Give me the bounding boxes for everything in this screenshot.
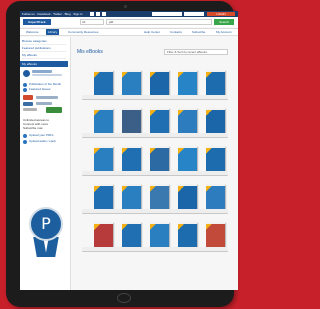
login-button[interactable]: LOGIN (207, 12, 235, 16)
sidebar: Browse categories Featured publications … (20, 37, 71, 290)
shelf (82, 133, 228, 138)
upload-icon (23, 140, 27, 144)
sidebar-heading: My eBooks (20, 61, 68, 67)
ebook-cover[interactable] (150, 222, 169, 247)
password-field[interactable] (184, 12, 204, 16)
upload-icon (23, 134, 27, 138)
nav-item-subscribe[interactable]: Subscribe (192, 29, 205, 35)
promo-line: Subscribe now (23, 126, 43, 130)
ebook-cover[interactable] (94, 108, 113, 133)
star-icon (23, 88, 27, 92)
header: ExpertTrack All pdf Search (20, 17, 238, 27)
social-icon[interactable] (102, 12, 106, 16)
ebook-cover[interactable] (150, 108, 169, 133)
text-line (36, 102, 52, 105)
ebook-cover[interactable] (206, 146, 225, 171)
p-ribbon-medal-icon: P (29, 207, 63, 241)
ebook-cover[interactable] (122, 108, 141, 133)
ebook-cover[interactable] (94, 222, 113, 247)
badge-icon (23, 70, 30, 77)
sidebar-item-ebooks[interactable]: My eBooks (22, 53, 66, 59)
ebook-cover[interactable] (122, 222, 141, 247)
ebook-cover[interactable] (178, 108, 197, 133)
shelf (82, 171, 228, 176)
ebook-cover[interactable] (206, 108, 225, 133)
ebook-cover[interactable] (206, 222, 225, 247)
search-button[interactable]: Search (214, 19, 234, 25)
text-line (32, 70, 52, 73)
text-line (36, 96, 58, 99)
nav-item-help[interactable]: Help Center (144, 29, 160, 35)
ebook-shelves: Mis eBooks Filter & Sort by recent eBook… (72, 37, 238, 290)
category-select[interactable]: All (80, 19, 104, 25)
camera-icon (124, 5, 127, 8)
search-input[interactable]: pdf (106, 19, 212, 25)
social-icon[interactable] (96, 12, 100, 16)
page-title: Mis eBooks (77, 49, 103, 55)
text-line (23, 108, 37, 111)
social-icon[interactable] (90, 12, 94, 16)
partner-logo-icon (23, 95, 33, 100)
main-nav: Welcome Library Community Resources Help… (20, 28, 238, 36)
shelf (82, 247, 228, 252)
nav-item-account[interactable]: My Account (216, 29, 232, 35)
ebook-cover[interactable] (178, 70, 197, 95)
ebook-cover[interactable] (150, 184, 169, 209)
home-button[interactable] (117, 293, 131, 303)
nav-item-welcome[interactable]: Welcome (26, 29, 38, 35)
shelf (82, 95, 228, 100)
nav-item-community[interactable]: Community Resources (68, 29, 98, 35)
upload-pdf-link[interactable]: Upload your PDFs (29, 134, 54, 137)
ebook-cover[interactable] (94, 146, 113, 171)
sidebar-item-browse[interactable]: Browse categories (22, 39, 66, 45)
ebook-cover[interactable] (150, 70, 169, 95)
ebook-cover[interactable] (122, 184, 141, 209)
ebook-cover[interactable] (122, 146, 141, 171)
partner-badge-icon (46, 107, 62, 113)
ebook-cover[interactable] (178, 222, 197, 247)
ebook-cover[interactable] (178, 184, 197, 209)
email-field[interactable] (152, 12, 182, 16)
text-line (32, 74, 62, 76)
ebook-cover[interactable] (94, 184, 113, 209)
sort-select[interactable]: Filter & Sort by recent eBooks (164, 49, 228, 55)
nav-item-contacts[interactable]: Contacts (170, 29, 182, 35)
month-link[interactable]: Publication of the Month (29, 83, 61, 86)
ebook-cover[interactable] (206, 70, 225, 95)
star-icon (23, 83, 27, 87)
ebook-cover[interactable] (178, 146, 197, 171)
ebook-cover[interactable] (94, 70, 113, 95)
upload-audio-link[interactable]: Upload audio / epub (29, 140, 56, 143)
site-logo[interactable]: ExpertTrack (23, 19, 51, 25)
screen: Follow us · Facebook · Twitter · Blog · … (20, 11, 238, 290)
partner-logo-icon (23, 102, 33, 106)
nav-item-library[interactable]: Library (46, 29, 60, 35)
ebook-cover[interactable] (122, 70, 141, 95)
ebook-cover[interactable] (206, 184, 225, 209)
featured-link[interactable]: Featured Issues (29, 88, 51, 91)
sidebar-item-featured[interactable]: Featured publications (22, 46, 66, 52)
shelf (82, 209, 228, 214)
ebook-cover[interactable] (150, 146, 169, 171)
